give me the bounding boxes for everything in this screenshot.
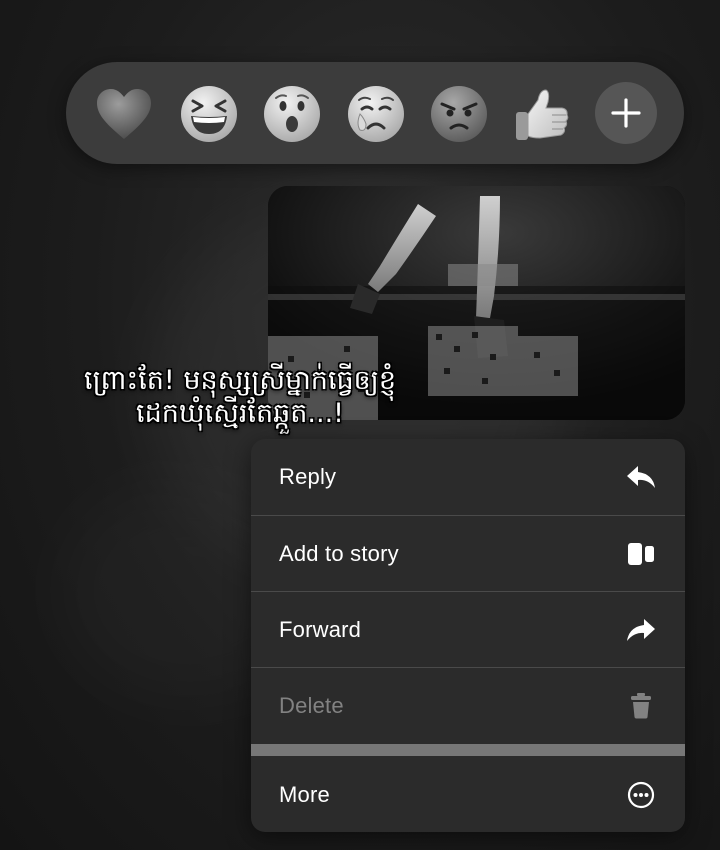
delete-label: Delete <box>279 693 344 718</box>
delete-menu-item[interactable]: Delete <box>251 668 685 744</box>
caption-line-2: ដេកឃុំស្មើរតែឆ្កួត...! <box>136 398 344 429</box>
crying-emoji-icon <box>348 86 404 142</box>
forward-icon <box>625 614 657 646</box>
more-icon <box>625 779 657 811</box>
laughing-emoji-icon <box>181 86 237 142</box>
thumbs-up-emoji-icon <box>516 89 569 140</box>
angry-reaction-button[interactable] <box>429 84 489 144</box>
thumbs-up-reaction-button[interactable] <box>512 84 572 144</box>
reaction-bar <box>66 62 684 164</box>
heart-reaction-button[interactable] <box>94 84 154 144</box>
story-icon <box>625 538 657 570</box>
message-caption: ព្រោះតែ! មនុស្សស្រីម្នាក់ធ្វើឲ្យខ្ញុំ ដេ… <box>20 364 460 430</box>
forward-menu-item[interactable]: Forward <box>251 592 685 668</box>
heart-emoji-icon <box>97 89 151 139</box>
more-menu-item[interactable]: More <box>251 757 685 832</box>
add-to-story-label: Add to story <box>279 541 399 566</box>
wow-emoji-icon <box>264 86 320 142</box>
more-label: More <box>279 782 330 807</box>
crying-reaction-button[interactable] <box>346 84 406 144</box>
add-to-story-menu-item[interactable]: Add to story <box>251 516 685 592</box>
laughing-reaction-button[interactable] <box>179 84 239 144</box>
menu-section-divider <box>251 744 685 756</box>
wow-reaction-button[interactable] <box>262 84 322 144</box>
reply-label: Reply <box>279 464 337 489</box>
reply-menu-item[interactable]: Reply <box>251 439 685 515</box>
trash-icon <box>625 690 657 722</box>
caption-line-1: ព្រោះតែ! មនុស្សស្រីម្នាក់ធ្វើឲ្យខ្ញុំ <box>84 365 396 396</box>
angry-emoji-icon <box>431 86 487 142</box>
reply-icon <box>625 461 657 493</box>
message-context-menu: Reply Add to story Forward Delete More <box>251 439 685 832</box>
forward-label: Forward <box>279 617 362 642</box>
add-reaction-button[interactable] <box>595 82 657 144</box>
plus-icon <box>611 98 641 128</box>
